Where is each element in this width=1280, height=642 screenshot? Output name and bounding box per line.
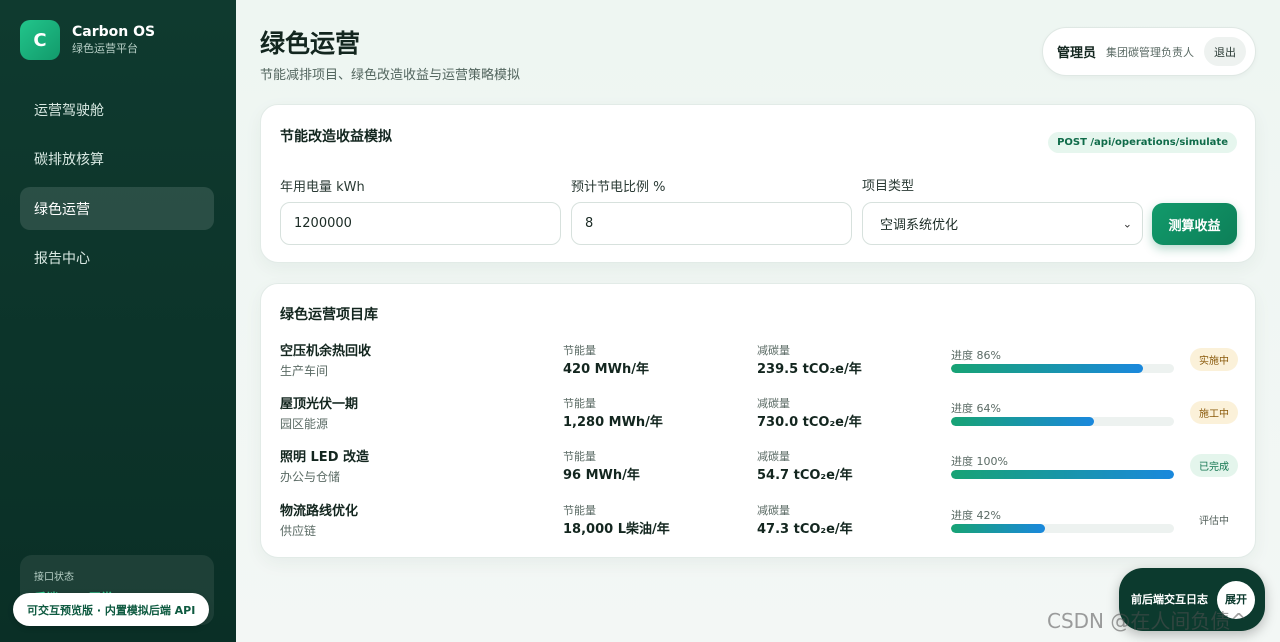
api-status-label: 接口状态 bbox=[34, 572, 74, 583]
sidebar-item-carbon-accounting[interactable]: 碳排放核算 bbox=[20, 138, 214, 181]
project-category: 园区能源 bbox=[280, 417, 329, 431]
project-type-value: 空调系统优化 bbox=[880, 218, 959, 233]
sidebar-item-green-operations[interactable]: 绿色运营 bbox=[20, 187, 214, 230]
progress-label: 进度 100% bbox=[951, 455, 1008, 468]
progress-fill bbox=[951, 524, 1045, 533]
carbon-value: 54.7 tCO₂e/年 bbox=[757, 468, 853, 483]
carbon-label: 减碳量 bbox=[757, 504, 790, 517]
project-category: 生产车间 bbox=[280, 364, 329, 378]
sidebar: C Carbon OS 绿色运营平台 运营驾驶舱 碳排放核算 绿色运营 报告中心… bbox=[0, 0, 236, 642]
energy-label: 节能量 bbox=[563, 397, 596, 410]
energy-value: 420 MWh/年 bbox=[563, 362, 649, 377]
carbon-value: 47.3 tCO₂e/年 bbox=[757, 522, 853, 537]
energy-value: 1,280 MWh/年 bbox=[563, 415, 663, 430]
progress-bar bbox=[951, 364, 1174, 373]
project-type-select[interactable]: 空调系统优化 ⌄ bbox=[862, 202, 1143, 245]
progress-label: 进度 64% bbox=[951, 402, 1001, 415]
main-content: 绿色运营 节能减排项目、绿色改造收益与运营策略模拟 管理员 集团碳管理负责人 退… bbox=[236, 0, 1280, 642]
library-title: 绿色运营项目库 bbox=[280, 307, 378, 323]
brand: C Carbon OS 绿色运营平台 bbox=[20, 20, 155, 60]
energy-value: 96 MWh/年 bbox=[563, 468, 640, 483]
sidebar-item-cockpit[interactable]: 运营驾驶舱 bbox=[20, 88, 214, 131]
energy-label: 节能量 bbox=[563, 450, 596, 463]
progress-label: 进度 86% bbox=[951, 349, 1001, 362]
project-name: 屋顶光伏一期 bbox=[280, 397, 359, 412]
user-name: 集团碳管理负责人 bbox=[1106, 45, 1194, 59]
saving-ratio-label: 预计节电比例 % bbox=[571, 180, 666, 195]
carbon-value: 239.5 tCO₂e/年 bbox=[757, 362, 862, 377]
simulation-title: 节能改造收益模拟 bbox=[280, 129, 392, 145]
project-category: 供应链 bbox=[280, 524, 317, 538]
table-row: 物流路线优化 供应链 节能量 18,000 L柴油/年 减碳量 47.3 tCO₂e/年 进… bbox=[280, 500, 1238, 544]
electricity-input[interactable]: 1200000 bbox=[280, 202, 561, 245]
energy-value: 18,000 L柴油/年 bbox=[563, 522, 670, 537]
progress-fill bbox=[951, 470, 1174, 479]
project-name: 空压机余热回收 bbox=[280, 344, 372, 359]
carbon-label: 减碳量 bbox=[757, 397, 790, 410]
progress-fill bbox=[951, 364, 1143, 373]
table-row: 空压机余热回收 生产车间 节能量 420 MWh/年 减碳量 239.5 tCO₂e/年 进… bbox=[280, 340, 1238, 384]
brand-logo: C bbox=[20, 20, 60, 60]
progress-bar bbox=[951, 524, 1174, 533]
calculate-button[interactable]: 测算收益 bbox=[1152, 203, 1237, 245]
table-row: 照明 LED 改造 办公与仓储 节能量 96 MWh/年 减碳量 54.7 tCO₂e/年… bbox=[280, 446, 1238, 490]
status-badge: 评估中 bbox=[1199, 516, 1229, 527]
energy-label: 节能量 bbox=[563, 344, 596, 357]
brand-subtitle: 绿色运营平台 bbox=[72, 42, 138, 55]
simulation-card: 节能改造收益模拟 POST /api/operations/simulate 年… bbox=[260, 104, 1256, 263]
brand-name: Carbon OS bbox=[72, 24, 156, 40]
user-role: 管理员 bbox=[1056, 46, 1096, 61]
electricity-label: 年用电量 kWh bbox=[280, 180, 365, 195]
status-badge: 施工中 bbox=[1190, 401, 1238, 424]
project-category: 办公与仓储 bbox=[280, 470, 341, 484]
page-title: 绿色运营 bbox=[260, 29, 361, 58]
watermark: CSDN @在人间负债^ bbox=[1047, 609, 1248, 633]
user-box: 管理员 集团碳管理负责人 退出 bbox=[1041, 27, 1256, 76]
status-badge: 实施中 bbox=[1190, 348, 1238, 371]
carbon-label: 减碳量 bbox=[757, 450, 790, 463]
project-name: 物流路线优化 bbox=[280, 504, 359, 519]
project-library-card: 绿色运营项目库 空压机余热回收 生产车间 节能量 420 MWh/年 减碳量 239.5 … bbox=[260, 283, 1256, 558]
page-subtitle: 节能减排项目、绿色改造收益与运营策略模拟 bbox=[260, 68, 521, 83]
sidebar-nav: 运营驾驶舱 碳排放核算 绿色运营 报告中心 bbox=[20, 88, 214, 286]
sidebar-item-report-center[interactable]: 报告中心 bbox=[20, 237, 214, 280]
carbon-label: 减碳量 bbox=[757, 344, 790, 357]
status-badge: 已完成 bbox=[1190, 454, 1238, 477]
endpoint-badge: POST /api/operations/simulate bbox=[1048, 132, 1237, 153]
progress-bar bbox=[951, 470, 1174, 479]
preview-mode-badge[interactable]: 可交互预览版 · 内置模拟后端 API bbox=[13, 593, 210, 626]
table-row: 屋顶光伏一期 园区能源 节能量 1,280 MWh/年 减碳量 730.0 tCO₂e/年… bbox=[280, 393, 1238, 437]
logout-button[interactable]: 退出 bbox=[1204, 37, 1246, 66]
progress-bar bbox=[951, 417, 1174, 426]
saving-ratio-input[interactable]: 8 bbox=[571, 202, 852, 245]
carbon-value: 730.0 tCO₂e/年 bbox=[757, 415, 862, 430]
progress-fill bbox=[951, 417, 1094, 426]
project-name: 照明 LED 改造 bbox=[280, 450, 370, 465]
project-type-label: 项目类型 bbox=[862, 179, 915, 194]
energy-label: 节能量 bbox=[563, 504, 596, 517]
progress-label: 进度 42% bbox=[951, 509, 1001, 522]
chevron-down-icon: ⌄ bbox=[1122, 217, 1132, 230]
